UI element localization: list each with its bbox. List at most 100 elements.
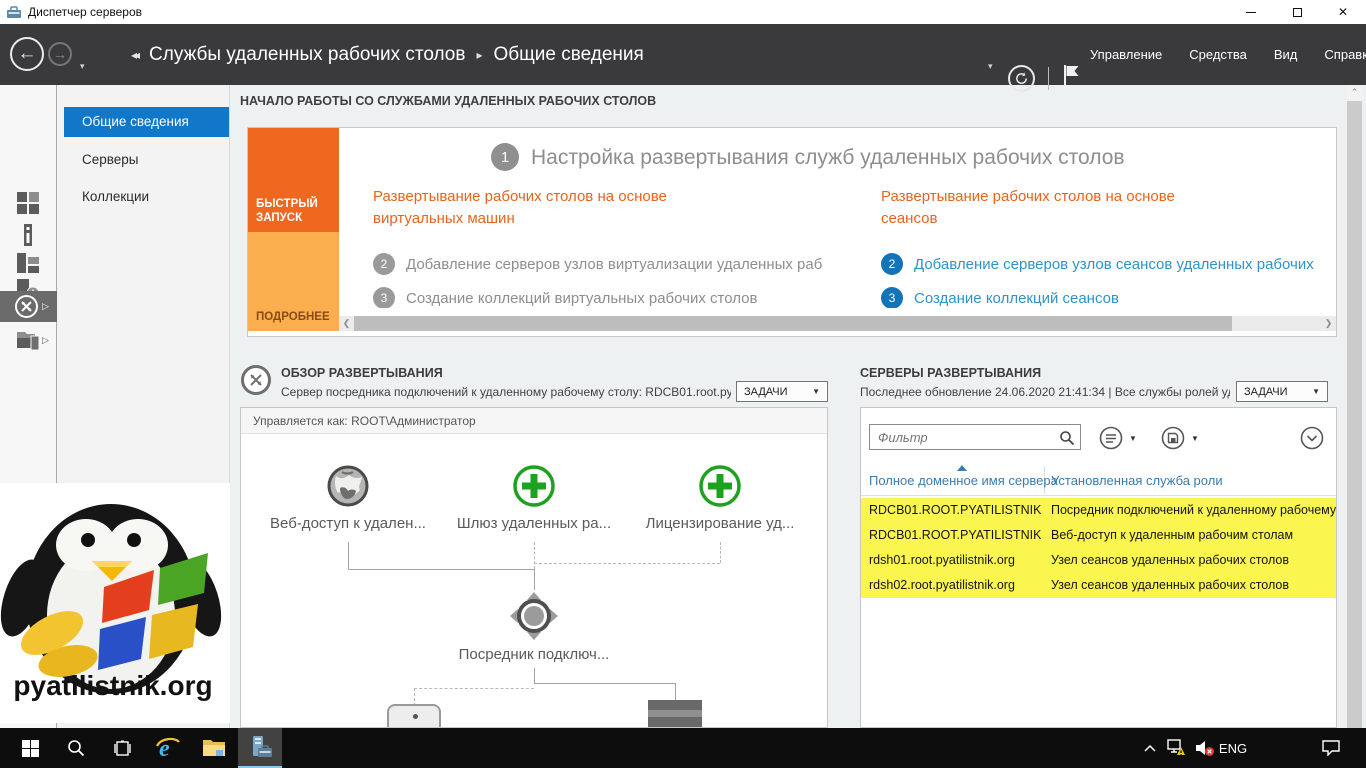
local-server-icon[interactable] (16, 223, 40, 247)
table-row[interactable]: rdsh02.root.pyatilistnik.org Узел сеансо… (861, 573, 1336, 598)
scroll-up-icon[interactable]: ⌃ (1346, 87, 1363, 98)
sidebar-item-servers[interactable]: Серверы (64, 145, 229, 175)
breadcrumb-current[interactable]: Общие сведения (494, 44, 644, 66)
hscroll-left-icon[interactable]: ❮ (339, 316, 354, 331)
table-row[interactable]: rdsh01.root.pyatilistnik.org Узел сеансо… (861, 548, 1336, 573)
filter-input[interactable] (870, 425, 1050, 449)
vm-deployment-column: Развертывание рабочих столов на основе в… (373, 186, 851, 308)
rds-expand-icon[interactable]: ▷ (42, 301, 49, 312)
hscroll-thumb[interactable] (354, 316, 1232, 331)
quickstart-hscrollbar[interactable]: ❮ ❯ (339, 316, 1336, 331)
sidebar-item-collections[interactable]: Коллекции (64, 182, 229, 212)
vm-deployment-link[interactable]: Развертывание рабочих столов на основе в… (373, 186, 688, 230)
refresh-button[interactable] (1008, 65, 1035, 92)
deployment-overview-panel: Управляется как: ROOT\Администратор Веб-… (240, 407, 828, 728)
all-servers-icon[interactable] (16, 251, 40, 275)
main-vscrollbar[interactable]: ⌃ (1346, 85, 1363, 728)
nav-dropdown-caret-icon[interactable]: ▾ (988, 61, 993, 72)
file-explorer-button[interactable] (192, 728, 236, 768)
managed-as-bar: Управляется как: ROOT\Администратор (241, 408, 827, 434)
menu-help[interactable]: Справка (1324, 47, 1366, 62)
tab-learn-more[interactable]: ПОДРОБНЕЕ (248, 232, 339, 331)
connection-broker-node-label[interactable]: Посредник подключ... (434, 646, 634, 663)
session-step-3[interactable]: 3 Создание коллекций сеансов (881, 287, 1119, 308)
language-indicator[interactable]: ENG (1216, 728, 1250, 768)
deployment-servers-panel: ▼ ▼ Полное доменное имя сервера Установл… (860, 407, 1337, 728)
minimize-button[interactable] (1228, 0, 1274, 24)
overview-section-title: ОБЗОР РАЗВЕРТЫВАНИЯ (281, 366, 443, 380)
server-manager-taskbar-button[interactable] (238, 728, 282, 768)
collapse-breadcrumb-icon[interactable]: ◂◂ (131, 48, 137, 62)
windows-start-icon (22, 740, 39, 757)
table-row[interactable]: RDCB01.ROOT.PYATILISTNIK.ORG Посредник п… (861, 498, 1336, 523)
file-storage-expand-icon[interactable]: ▷ (42, 335, 49, 346)
connector (720, 542, 721, 563)
dashboard-icon[interactable] (16, 191, 40, 215)
volume-muted-icon[interactable] (1192, 728, 1218, 768)
session-deployment-link[interactable]: Развертывание рабочих столов на основе с… (881, 186, 1211, 230)
table-row[interactable]: RDCB01.ROOT.PYATILISTNIK.ORG Веб-доступ … (861, 523, 1336, 548)
tray-chevron-up-icon[interactable] (1138, 728, 1162, 768)
filter-criteria-button[interactable]: ▼ (1099, 426, 1137, 450)
taskbar: e (0, 728, 1366, 768)
tasks-caret-icon: ▼ (812, 387, 820, 396)
menu-tools[interactable]: Средства (1189, 47, 1247, 62)
connection-broker-node-icon[interactable] (508, 590, 560, 642)
tab-quick-start[interactable]: БЫСТРЫЙ ЗАПУСК (248, 128, 339, 232)
connector (534, 569, 535, 590)
connector (414, 688, 534, 689)
maximize-button[interactable] (1274, 0, 1320, 24)
action-center-icon[interactable] (1316, 728, 1346, 768)
internet-explorer-button[interactable]: e (146, 728, 190, 768)
deployment-overview-icon (240, 364, 272, 396)
vm-step-3[interactable]: 3 Создание коллекций виртуальных рабочих… (373, 287, 757, 308)
session-host-node-icon[interactable] (648, 700, 702, 728)
column-header-role[interactable]: Установленная служба роли (1051, 473, 1223, 488)
overview-section-subtitle: Сервер посредника подключений к удаленно… (281, 385, 731, 399)
virtualization-host-node-icon[interactable] (387, 704, 441, 728)
vscroll-thumb[interactable] (1347, 101, 1362, 728)
internet-explorer-icon: e (155, 735, 181, 761)
web-access-node-label[interactable]: Веб-доступ к удален... (248, 515, 448, 532)
back-button[interactable]: ← (10, 37, 44, 71)
hscroll-right-icon[interactable]: ❯ (1321, 316, 1336, 331)
file-storage-services-icon[interactable] (16, 329, 40, 351)
connector (348, 569, 534, 570)
filter-box (869, 424, 1081, 450)
servers-tasks-button[interactable]: ЗАДАЧИ▼ (1236, 381, 1328, 402)
penguin-windows-logo: pyatilistnik.org (0, 483, 230, 723)
web-access-node-icon[interactable] (326, 464, 370, 508)
connector (348, 542, 349, 569)
watermark-text: pyatilistnik.org (13, 670, 212, 701)
save-criteria-button[interactable]: ▼ (1161, 426, 1199, 450)
menu-view[interactable]: Вид (1274, 47, 1298, 62)
refresh-icon (1014, 71, 1029, 86)
caret-down-icon: ▼ (1129, 434, 1137, 443)
search-icon[interactable] (1059, 430, 1075, 446)
licensing-add-node-icon[interactable] (698, 464, 742, 508)
menu-manage[interactable]: Управление (1090, 47, 1162, 62)
vm-step-2[interactable]: 2 Добавление серверов узлов виртуализаци… (373, 253, 822, 275)
breadcrumb: ◂◂ Службы удаленных рабочих столов ▸ Общ… (131, 24, 644, 85)
collapse-panel-button[interactable] (1300, 426, 1324, 450)
sidebar-item-rds[interactable]: ▷ (0, 291, 57, 322)
window-title: Диспетчер серверов (28, 5, 142, 19)
session-step-2[interactable]: 2 Добавление серверов узлов сеансов удал… (881, 253, 1314, 275)
start-button[interactable] (8, 728, 52, 768)
nav-divider (1048, 67, 1049, 90)
overview-tasks-button[interactable]: ЗАДАЧИ▼ (736, 381, 828, 402)
notifications-flag-button[interactable] (1062, 64, 1083, 93)
gateway-node-label[interactable]: Шлюз удаленных ра... (434, 515, 634, 532)
sidebar-item-overview[interactable]: Общие сведения (64, 107, 229, 137)
task-view-button[interactable] (100, 728, 144, 768)
licensing-node-label[interactable]: Лицензирование уд... (620, 515, 820, 532)
breadcrumb-root[interactable]: Службы удаленных рабочих столов (149, 44, 465, 66)
gateway-add-node-icon[interactable] (512, 464, 556, 508)
column-header-fqdn[interactable]: Полное доменное имя сервера (869, 473, 1058, 488)
nav-history-caret-icon[interactable]: ▾ (80, 61, 85, 72)
step1-badge: 1 (491, 143, 519, 171)
taskbar-search-button[interactable] (54, 728, 98, 768)
close-button[interactable]: ✕ (1320, 0, 1366, 24)
forward-button[interactable]: → (48, 42, 72, 66)
network-warning-icon[interactable] (1164, 728, 1190, 768)
